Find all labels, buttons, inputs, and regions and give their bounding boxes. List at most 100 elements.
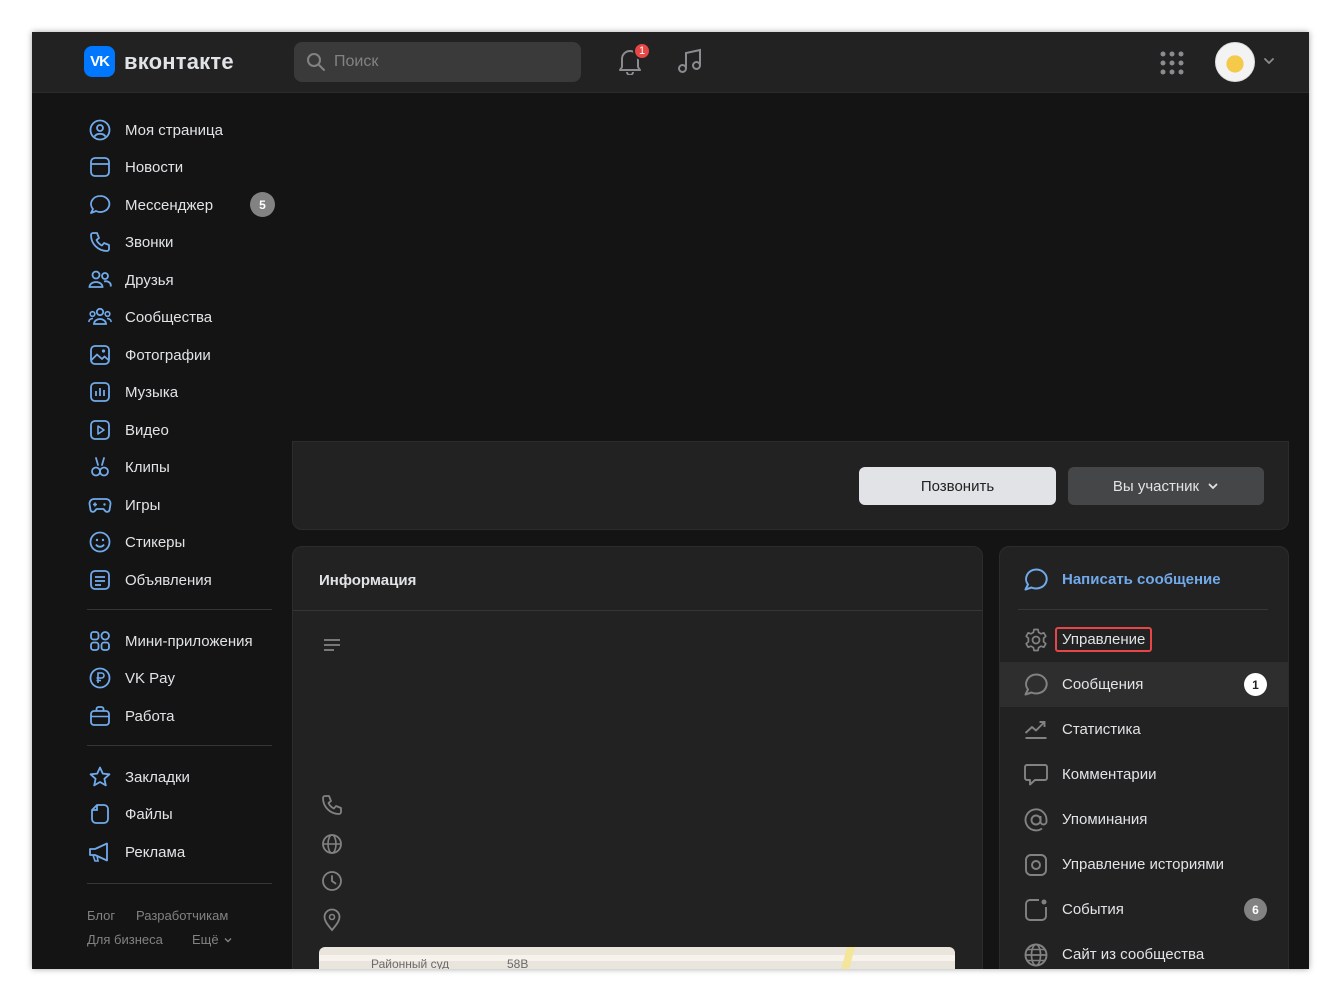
message-bubble-icon xyxy=(1022,566,1050,594)
menu-divider xyxy=(1018,609,1268,610)
menu-item-label: Упоминания xyxy=(1062,811,1148,828)
footer-more-button[interactable]: Ещё xyxy=(192,932,233,947)
sidebar-item-calls[interactable]: Звонки xyxy=(87,227,173,257)
sidebar-item-work[interactable]: Работа xyxy=(87,701,175,731)
sidebar-divider xyxy=(87,745,272,746)
menu-item-comments[interactable]: Комментарии xyxy=(1000,752,1288,797)
sidebar-item-video[interactable]: Видео xyxy=(87,415,169,445)
description-icon xyxy=(319,632,345,658)
video-icon xyxy=(87,417,113,443)
menu-item-label: Сайт из сообщества xyxy=(1062,946,1205,963)
sidebar-item-ads[interactable]: Объявления xyxy=(87,565,212,595)
chevron-down-icon[interactable] xyxy=(1262,54,1276,68)
sidebar-item-label: Закладки xyxy=(125,768,190,786)
communities-icon xyxy=(87,304,113,330)
services-menu-button[interactable] xyxy=(1157,48,1187,78)
sidebar-item-mini-apps[interactable]: Мини-приложения xyxy=(87,626,253,656)
left-sidebar: Моя страница Новости Мессенджер 5 Звонки… xyxy=(32,93,287,969)
vk-logo-icon: VK xyxy=(84,46,115,77)
sidebar-item-files[interactable]: Файлы xyxy=(87,799,173,829)
sidebar-item-music[interactable]: Музыка xyxy=(87,377,178,407)
top-header: VK вконтакте 1 xyxy=(32,32,1309,93)
member-dropdown-button[interactable]: Вы участник xyxy=(1068,467,1264,505)
sidebar-item-label: Видео xyxy=(125,421,169,439)
sidebar-item-clips[interactable]: Клипы xyxy=(87,452,170,482)
sidebar-item-label: Сообщества xyxy=(125,308,213,326)
vk-logo[interactable]: VK вконтакте xyxy=(84,46,234,77)
friends-icon xyxy=(87,267,113,293)
sidebar-item-communities[interactable]: Сообщества xyxy=(87,302,212,332)
sidebar-item-label: Фотографии xyxy=(125,346,211,364)
sidebar-item-friends[interactable]: Друзья xyxy=(87,265,174,295)
community-management-menu: Написать сообщение Управление Сообщения … xyxy=(999,546,1289,969)
sidebar-item-label: Файлы xyxy=(125,805,173,823)
phone-icon xyxy=(319,792,345,818)
music-note-icon xyxy=(676,47,704,75)
sidebar-item-advertising[interactable]: Реклама xyxy=(87,837,185,867)
sidebar-item-label: Объявления xyxy=(125,571,212,589)
menu-item-events[interactable]: События 6 xyxy=(1000,887,1288,932)
menu-item-label: Статистика xyxy=(1062,721,1141,738)
globe-icon xyxy=(319,831,345,857)
call-button[interactable]: Позвонить xyxy=(859,467,1056,505)
message-bubble-icon xyxy=(1022,671,1050,699)
menu-item-label: Сообщения xyxy=(1062,676,1144,693)
notifications-button[interactable]: 1 xyxy=(615,42,651,76)
events-badge: 6 xyxy=(1244,898,1267,921)
sidebar-item-bookmarks[interactable]: Закладки xyxy=(87,762,190,792)
menu-item-messages[interactable]: Сообщения 1 xyxy=(1000,662,1288,707)
sidebar-item-photos[interactable]: Фотографии xyxy=(87,340,211,370)
at-icon xyxy=(1022,806,1050,834)
search-box[interactable] xyxy=(294,42,581,82)
user-avatar[interactable] xyxy=(1215,42,1255,82)
map-label: Районный суд xyxy=(371,957,450,969)
sidebar-item-label: Музыка xyxy=(125,383,179,401)
sidebar-item-label: Игры xyxy=(125,496,161,514)
location-pin-icon xyxy=(319,907,345,933)
menu-item-label: Комментарии xyxy=(1062,766,1157,783)
app-window: VK вконтакте 1 xyxy=(32,32,1309,969)
sidebar-item-stickers[interactable]: Стикеры xyxy=(87,527,185,557)
menu-item-stories[interactable]: Управление историями xyxy=(1000,842,1288,887)
footer-link-blog[interactable]: Блог xyxy=(87,908,115,923)
sidebar-item-messenger[interactable]: Мессенджер 5 xyxy=(87,190,275,220)
sidebar-item-games[interactable]: Игры xyxy=(87,490,160,520)
chevron-down-icon xyxy=(1207,480,1219,492)
sidebar-item-label: Мини-приложения xyxy=(125,632,253,650)
stories-icon xyxy=(1022,851,1050,879)
music-player-button[interactable] xyxy=(675,46,705,76)
events-icon xyxy=(1022,896,1050,924)
sidebar-item-label: Реклама xyxy=(125,843,186,861)
footer-more-label: Ещё xyxy=(192,932,219,947)
location-map[interactable]: Районный суд 58В xyxy=(319,947,955,969)
chevron-down-icon xyxy=(223,935,233,945)
music-icon xyxy=(87,379,113,405)
sidebar-item-label: VK Pay xyxy=(125,669,176,687)
sidebar-item-label: Мессенджер xyxy=(125,196,214,214)
message-bubble-icon xyxy=(87,192,113,218)
globe-icon xyxy=(1022,941,1050,969)
sidebar-divider xyxy=(87,883,272,884)
comment-icon xyxy=(1022,761,1050,789)
sidebar-item-label: Стикеры xyxy=(125,533,186,551)
sidebar-item-news[interactable]: Новости xyxy=(87,152,183,182)
sidebar-item-my-page[interactable]: Моя страница xyxy=(87,115,223,145)
menu-item-site[interactable]: Сайт из сообщества xyxy=(1000,932,1288,969)
sidebar-item-label: Клипы xyxy=(125,458,170,476)
menu-item-manage[interactable]: Управление xyxy=(1000,617,1288,662)
sidebar-item-vk-pay[interactable]: VK Pay xyxy=(87,663,175,693)
file-icon xyxy=(87,801,113,827)
sidebar-item-label: Новости xyxy=(125,158,184,176)
menu-item-mentions[interactable]: Упоминания xyxy=(1000,797,1288,842)
write-message-button[interactable]: Написать сообщение xyxy=(1000,557,1288,602)
menu-item-statistics[interactable]: Статистика xyxy=(1000,707,1288,752)
community-cover xyxy=(292,93,1289,441)
footer-link-business[interactable]: Для бизнеса xyxy=(87,932,163,947)
footer-link-developers[interactable]: Разработчикам xyxy=(136,908,228,923)
sidebar-divider xyxy=(87,609,272,610)
search-input[interactable] xyxy=(334,53,564,71)
manage-label: Управление xyxy=(1055,627,1153,652)
gamepad-icon xyxy=(87,492,113,518)
logo-text: вконтакте xyxy=(124,48,234,74)
sidebar-item-label: Звонки xyxy=(125,233,174,251)
